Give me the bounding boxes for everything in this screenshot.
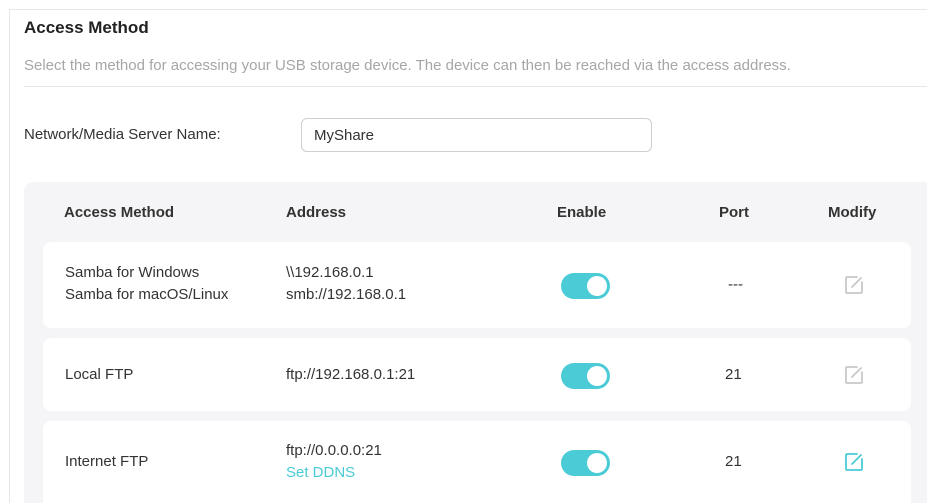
table-row-local-ftp: Local FTP ftp://192.168.0.1:21 21 xyxy=(43,338,911,411)
address-line: smb://192.168.0.1 xyxy=(286,286,407,303)
address-line: ftp://0.0.0.0:21 xyxy=(286,442,382,459)
toggle-knob xyxy=(587,453,607,473)
section-divider xyxy=(24,86,927,87)
edit-icon[interactable] xyxy=(844,365,864,385)
address-line: \\192.168.0.1 xyxy=(286,264,374,281)
toggle-knob xyxy=(587,366,607,386)
header-port: Port xyxy=(719,204,749,221)
header-address: Address xyxy=(286,204,347,221)
server-name-input[interactable] xyxy=(301,118,652,152)
address-cell: ftp://192.168.0.1:21 xyxy=(286,366,416,383)
port-cell: --- xyxy=(728,276,743,293)
header-enable: Enable xyxy=(557,204,607,221)
access-method-cell: Samba for Windows Samba for macOS/Linux xyxy=(65,262,228,306)
port-cell: 21 xyxy=(725,366,742,383)
enable-toggle[interactable] xyxy=(561,273,610,299)
method-line: Samba for macOS/Linux xyxy=(65,286,229,303)
access-method-cell: Local FTP xyxy=(65,366,134,383)
header-access-method: Access Method xyxy=(64,204,175,221)
table-row-internet-ftp: Internet FTP ftp://0.0.0.0:21 Set DDNS 2… xyxy=(43,421,911,503)
method-line: Samba for Windows xyxy=(65,264,200,281)
edit-icon[interactable] xyxy=(844,275,864,295)
address-cell: \\192.168.0.1 smb://192.168.0.1 xyxy=(286,262,406,306)
table-row-samba: Samba for Windows Samba for macOS/Linux … xyxy=(43,242,911,328)
set-ddns-link[interactable]: Set DDNS xyxy=(286,462,382,484)
server-name-label: Network/Media Server Name: xyxy=(24,126,221,143)
enable-toggle[interactable] xyxy=(561,450,610,476)
section-title: Access Method xyxy=(24,18,149,37)
toggle-knob xyxy=(587,276,607,296)
section-description: Select the method for accessing your USB… xyxy=(24,57,791,74)
enable-toggle[interactable] xyxy=(561,363,610,389)
address-cell: ftp://0.0.0.0:21 Set DDNS xyxy=(286,440,382,484)
port-cell: 21 xyxy=(725,453,742,470)
edit-icon[interactable] xyxy=(844,452,864,472)
header-modify: Modify xyxy=(828,204,877,221)
access-method-cell: Internet FTP xyxy=(65,453,149,470)
